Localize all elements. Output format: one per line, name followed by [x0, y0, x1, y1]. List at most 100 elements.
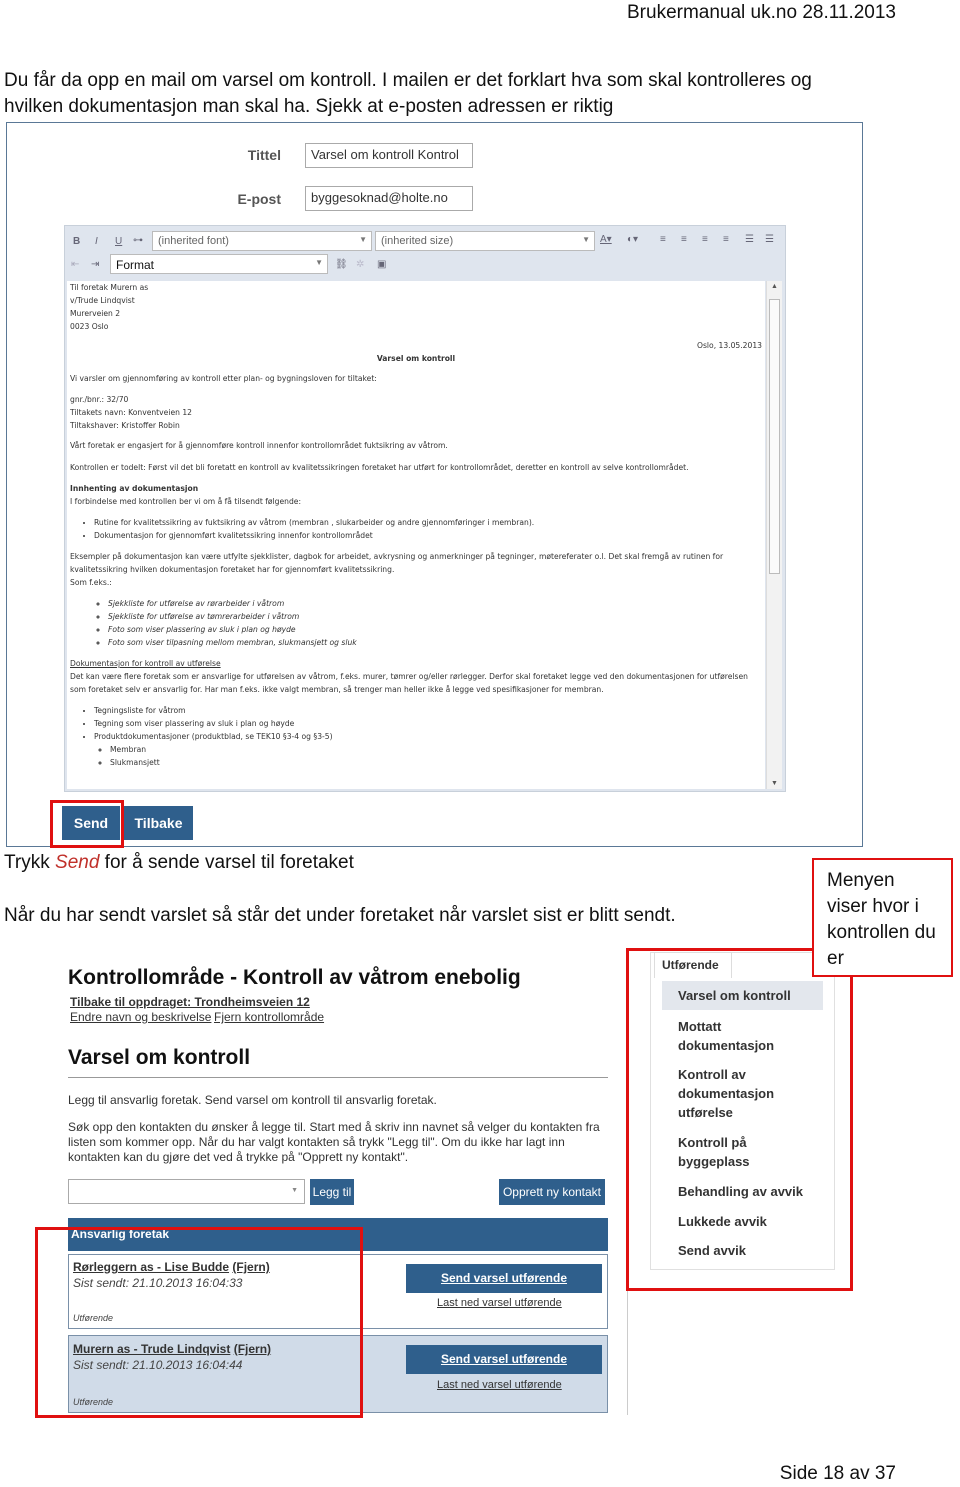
- underline-button[interactable]: U: [115, 236, 122, 247]
- new-contact-button[interactable]: Opprett ny kontakt: [499, 1179, 605, 1205]
- scroll-up-icon[interactable]: ▲: [771, 283, 778, 290]
- menu-callout: Menyen viser hvor i kontrollen du er: [812, 858, 953, 977]
- list-item: Rutine for kvalitetssikring av fuktsikri…: [94, 516, 762, 529]
- address-line: 0023 Oslo: [70, 322, 109, 331]
- rich-text-editor: B I U ⊶ (inherited font) ▼ (inherited siz…: [64, 225, 786, 792]
- section-heading: Dokumentasjon for kontroll av utførelse: [70, 659, 221, 668]
- download-notice-link[interactable]: Last ned varsel utførende: [437, 1297, 562, 1309]
- image-icon[interactable]: ▣: [377, 259, 386, 270]
- sent-instruction: Når du har sendt varslet så står det und…: [4, 905, 676, 926]
- paragraph: Eksempler på dokumentasjon kan være utfy…: [70, 552, 724, 574]
- paragraph: Vårt foretak er engasjert for å gjennomf…: [70, 441, 448, 450]
- bold-button[interactable]: B: [73, 236, 80, 247]
- letter-heading: Varsel om kontroll: [376, 354, 456, 363]
- list-item: Tegningsliste for våtrom: [94, 704, 762, 717]
- font-color-icon[interactable]: A▾: [600, 234, 612, 245]
- format-value: Format: [116, 258, 155, 272]
- info-line: Tiltakshaver: Kristoffer Robin: [70, 421, 180, 430]
- font-value: (inherited font): [158, 235, 229, 247]
- chevron-down-icon: ▼: [582, 235, 590, 244]
- sent-highlight-box: [35, 1227, 363, 1418]
- font-select[interactable]: (inherited font) ▼: [152, 231, 372, 251]
- align-left-icon[interactable]: ≡: [660, 234, 666, 245]
- page2-title: Kontrollområde - Kontroll av våtrom eneb…: [68, 966, 521, 989]
- list-item: Tegning som viser plassering av sluk i p…: [94, 717, 762, 730]
- format-select[interactable]: Format ▼: [110, 254, 328, 274]
- info-line: gnr./bnr.: 32/70: [70, 395, 129, 404]
- download-notice-link[interactable]: Last ned varsel utførende: [437, 1379, 562, 1391]
- strikethrough-icon[interactable]: ⊶: [133, 235, 143, 246]
- example-list: Sjekkliste for utførelse av rørarbeider …: [108, 597, 762, 649]
- align-center-icon[interactable]: ≡: [681, 234, 687, 245]
- chevron-down-icon: ▼: [291, 1187, 298, 1194]
- product-list: Membran Slukmansjett: [110, 743, 762, 769]
- numbered-list-icon[interactable]: ☰: [765, 234, 774, 245]
- list-item: Foto som viser plassering av sluk i plan…: [108, 623, 762, 636]
- align-right-icon[interactable]: ≡: [702, 234, 708, 245]
- scroll-down-icon[interactable]: ▼: [771, 780, 778, 787]
- email-label: E-post: [237, 191, 281, 207]
- menu-highlight-box: [626, 948, 853, 1291]
- list-item: Produktdokumentasjoner (produktblad, se …: [94, 730, 762, 743]
- execution-list: Tegningsliste for våtrom Tegning som vis…: [94, 704, 762, 743]
- instructions: Søk opp den kontakten du ønsker å legge …: [68, 1120, 600, 1164]
- chevron-down-icon: ▼: [359, 235, 367, 244]
- paragraph: Det kan være flere foretak som er ansvar…: [70, 672, 748, 694]
- section-title: Varsel om kontroll: [68, 1046, 251, 1069]
- list-item: Sjekkliste for utførelse av tømrerarbeid…: [108, 610, 762, 623]
- letter-date: Oslo, 13.05.2013: [697, 341, 762, 350]
- send-notice-button[interactable]: Send varsel utførende: [406, 1264, 602, 1293]
- link-icon[interactable]: ⛓: [335, 259, 348, 270]
- send-notice-button[interactable]: Send varsel utførende: [406, 1345, 602, 1374]
- document-list: Rutine for kvalitetssikring av fuktsikri…: [94, 516, 762, 542]
- list-item: Dokumentasjon for gjennomført kvalitetss…: [94, 529, 762, 542]
- text: Trykk: [4, 852, 56, 873]
- page-footer: Side 18 av 37: [779, 1463, 896, 1484]
- description: Legg til ansvarlig foretak. Send varsel …: [68, 1093, 437, 1107]
- list-item: Foto som viser tilpasning mellom membran…: [108, 636, 762, 649]
- back-to-assignment-link[interactable]: Tilbake til oppdraget: Trondheimsveien 1…: [70, 995, 310, 1009]
- address-line: Murerveien 2: [70, 309, 121, 318]
- indent-icon[interactable]: ⇥: [91, 259, 99, 270]
- intro-line-2: hvilken dokumentasjon man skal ha. Sjekk…: [4, 96, 614, 117]
- send-instruction: Trykk Send for å sende varsel til foreta…: [4, 850, 354, 876]
- bullet-list-icon[interactable]: ☰: [745, 234, 754, 245]
- address-line: v/Trude Lindqvist: [70, 296, 135, 305]
- page-header: Brukermanual uk.no 28.11.2013: [627, 2, 896, 23]
- paragraph: Vi varsler om gjennomføring av kontroll …: [70, 374, 377, 383]
- callout-text: Menyen viser hvor i kontrollen du er: [827, 870, 936, 969]
- list-item: Sjekkliste for utførelse av rørarbeider …: [108, 597, 762, 610]
- title-input[interactable]: Varsel om kontroll Kontrol: [305, 143, 473, 168]
- italic-button[interactable]: I: [95, 236, 98, 247]
- address-line: Til foretak Murern as: [70, 283, 149, 292]
- chevron-down-icon: ▼: [315, 258, 323, 267]
- scrollbar[interactable]: ▲ ▼: [766, 281, 782, 789]
- back-button[interactable]: Tilbake: [124, 806, 193, 840]
- email-input[interactable]: byggesoknad@holte.no: [305, 186, 473, 211]
- title-label: Tittel: [247, 147, 281, 163]
- scrollbar-thumb[interactable]: [769, 299, 780, 574]
- text: for å sende varsel til foretaket: [99, 852, 354, 873]
- paragraph: Som f.eks.:: [70, 578, 112, 587]
- list-item: Slukmansjett: [110, 756, 762, 769]
- unlink-icon[interactable]: ✲: [356, 259, 364, 270]
- background-color-icon[interactable]: ◐▾: [627, 234, 638, 245]
- send-emphasis: Send: [55, 852, 100, 873]
- edit-name-link[interactable]: Endre navn og beskrivelse: [70, 1010, 211, 1024]
- contact-search-select[interactable]: ▼: [68, 1179, 305, 1204]
- info-line: Tiltakets navn: Konventveien 12: [70, 408, 192, 417]
- remove-control-area-link[interactable]: Fjern kontrollområde: [214, 1010, 324, 1024]
- size-value: (inherited size): [381, 235, 454, 247]
- add-button[interactable]: Legg til: [310, 1179, 354, 1205]
- send-highlight-box: [50, 800, 124, 848]
- divider: [68, 1077, 608, 1078]
- paragraph: Kontrollen er todelt: Først vil det bli …: [70, 463, 689, 472]
- intro-line-1: Du får da opp en mail om varsel om kontr…: [4, 70, 812, 91]
- list-item: Membran: [110, 743, 762, 756]
- section-heading: Innhenting av dokumentasjon: [70, 484, 199, 493]
- justify-icon[interactable]: ≡: [723, 234, 729, 245]
- size-select[interactable]: (inherited size) ▼: [375, 231, 595, 251]
- outdent-icon[interactable]: ⇤: [71, 259, 79, 270]
- email-body[interactable]: Til foretak Murern as v/Trude Lindqvist …: [67, 281, 765, 789]
- paragraph: I forbindelse med kontrollen ber vi om å…: [70, 497, 302, 506]
